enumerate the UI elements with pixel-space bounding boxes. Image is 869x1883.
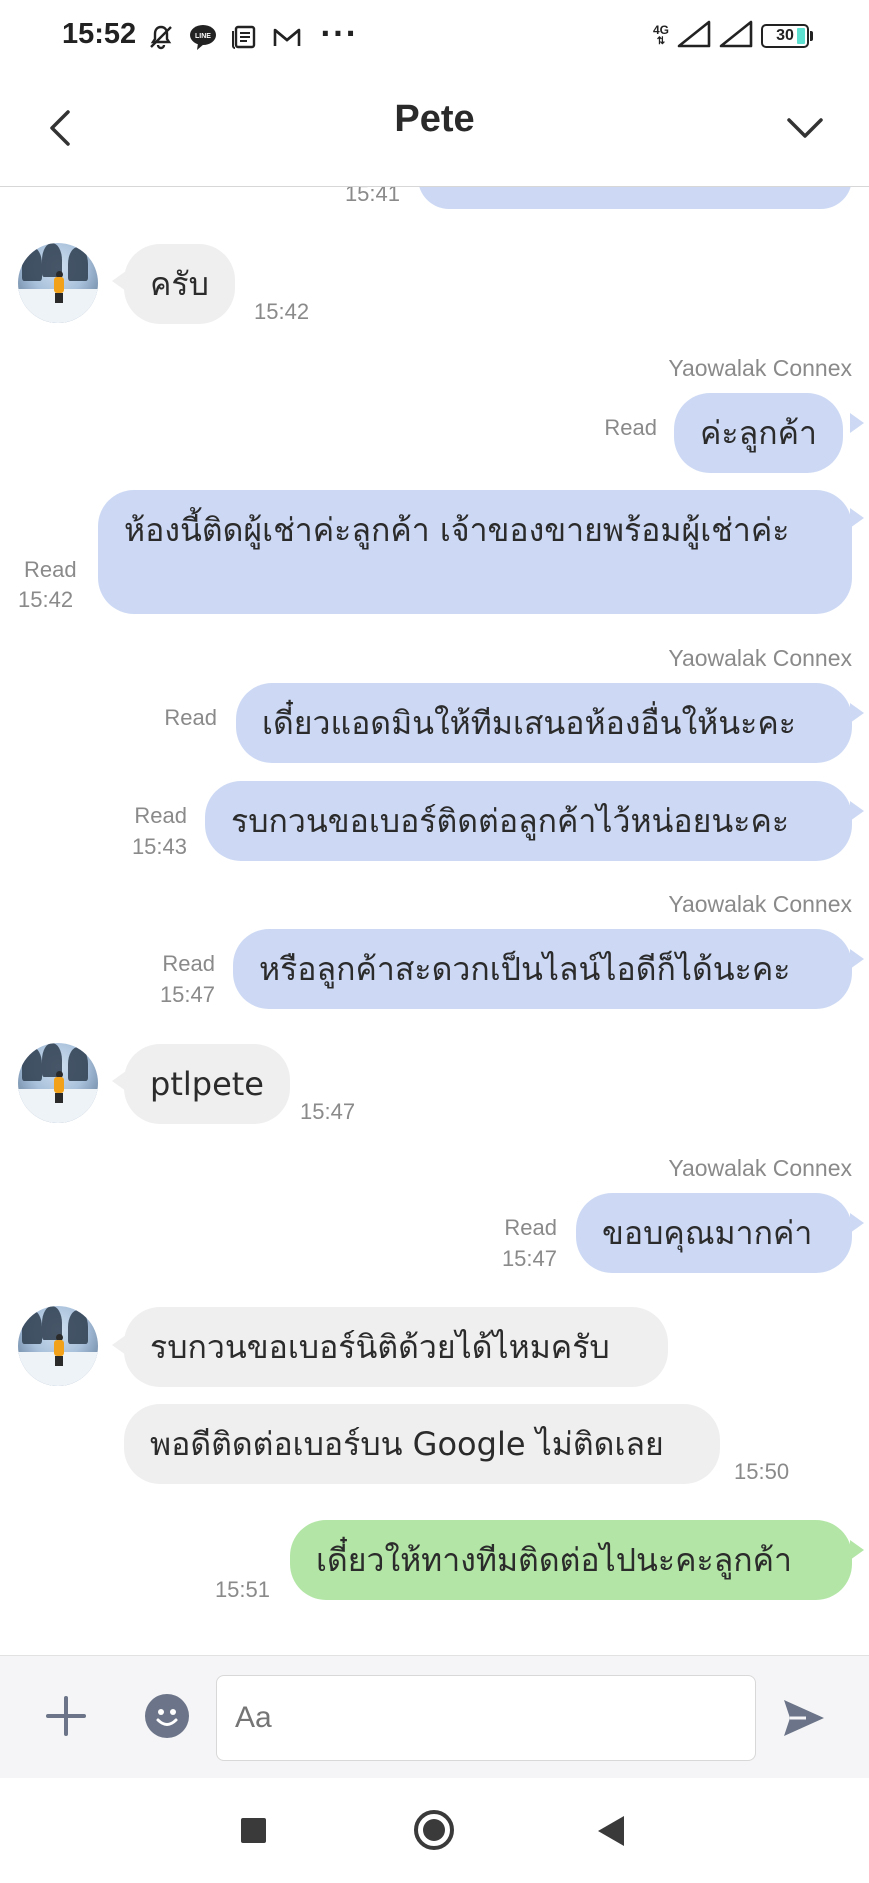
message-time: 15:47 <box>159 982 215 1007</box>
attach-button[interactable] <box>44 1694 88 1738</box>
message-time: 15:47 <box>300 1099 356 1124</box>
battery-icon: 30 <box>761 24 813 48</box>
line-icon: LINE <box>188 22 218 52</box>
sender-name: Yaowalak Connex <box>668 891 852 917</box>
plus-icon <box>46 1696 86 1736</box>
message-input[interactable] <box>216 1675 756 1761</box>
message-time: 15:50 <box>734 1459 790 1484</box>
message-bubble-incoming[interactable]: ptlpete <box>124 1044 290 1124</box>
system-nav-bar <box>0 1778 869 1883</box>
chat-title[interactable]: Pete <box>0 98 869 141</box>
message-time: 15:41 <box>344 187 400 206</box>
back-triangle-icon[interactable] <box>598 1816 624 1846</box>
message-bubble-outgoing[interactable] <box>418 187 852 209</box>
network-indicator: 4G ⇅ <box>652 23 669 47</box>
read-receipt: Read <box>164 705 217 730</box>
avatar[interactable] <box>18 1306 98 1386</box>
send-icon <box>784 1700 824 1736</box>
emoji-button[interactable] <box>145 1694 189 1738</box>
expand-menu-button[interactable] <box>777 100 833 156</box>
message-list[interactable]: 15:41 ครับ 15:42 Yaowalak Connex Read ค่… <box>0 187 869 1655</box>
sender-name: Yaowalak Connex <box>668 645 852 671</box>
message-bubble-outgoing[interactable]: ค่ะลูกค้า <box>674 393 843 473</box>
notification-icons: LINE ··· <box>146 17 358 52</box>
message-time: 15:43 <box>131 834 187 859</box>
home-circle-icon[interactable] <box>414 1810 454 1850</box>
signal-icon <box>719 20 753 52</box>
message-time: 15:51 <box>214 1577 270 1602</box>
message-bubble-outgoing[interactable]: รบกวนขอเบอร์ติดต่อลูกค้าไว้หน่อยนะคะ <box>205 781 852 861</box>
message-bubble-incoming[interactable]: รบกวนขอเบอร์นิติด้วยได้ไหมครับ <box>124 1307 668 1387</box>
sender-name: Yaowalak Connex <box>668 355 852 381</box>
message-time: 15:47 <box>501 1246 557 1271</box>
status-time: 15:52 <box>62 18 137 50</box>
emoji-icon <box>156 1709 178 1726</box>
sender-name: Yaowalak Connex <box>668 1155 852 1181</box>
read-receipt: Read <box>604 415 657 440</box>
avatar[interactable] <box>18 1043 98 1123</box>
more-dots-icon: ··· <box>320 16 358 50</box>
svg-text:LINE: LINE <box>195 33 211 40</box>
message-bubble-outgoing[interactable]: เดี๋ยวแอดมินให้ทีมเสนอห้องอื่นให้นะคะ <box>236 683 852 763</box>
message-bubble-outgoing[interactable]: ขอบคุณมากค่า <box>576 1193 852 1273</box>
message-bubble-incoming[interactable]: พอดีติดต่อเบอร์บน Google ไม่ติดเลย <box>124 1404 720 1484</box>
signal-icon <box>677 20 711 52</box>
message-bubble-outgoing[interactable]: หรือลูกค้าสะดวกเป็นไลน์ไอดีก็ได้นะคะ <box>233 929 852 1009</box>
read-receipt: Read <box>504 1215 557 1240</box>
news-icon <box>230 22 260 52</box>
message-bubble-incoming[interactable]: ครับ <box>124 244 235 324</box>
system-icons: 4G ⇅ 30 <box>652 20 813 52</box>
message-time: 15:42 <box>18 587 74 612</box>
read-receipt: Read <box>162 951 215 976</box>
read-receipt: Read <box>134 803 187 828</box>
message-input-bar <box>0 1655 869 1778</box>
read-receipt: Read <box>24 557 77 582</box>
recents-square-icon[interactable] <box>241 1818 266 1843</box>
message-bubble-outgoing[interactable]: เดี๋ยวให้ทางทีมติดต่อไปนะคะลูกค้า <box>290 1520 852 1600</box>
message-time: 15:42 <box>254 299 310 324</box>
message-bubble-outgoing[interactable]: ห้องนี้ติดผู้เช่าค่ะลูกค้า เจ้าของขายพร้… <box>98 490 852 614</box>
chat-header: Pete <box>0 78 869 187</box>
chevron-down-icon <box>787 118 823 138</box>
send-button[interactable] <box>780 1694 828 1742</box>
mute-bell-icon <box>146 22 176 52</box>
gmail-icon <box>272 22 302 52</box>
avatar[interactable] <box>18 243 98 323</box>
status-bar: 15:52 LINE ··· 4G ⇅ 30 <box>0 0 869 78</box>
